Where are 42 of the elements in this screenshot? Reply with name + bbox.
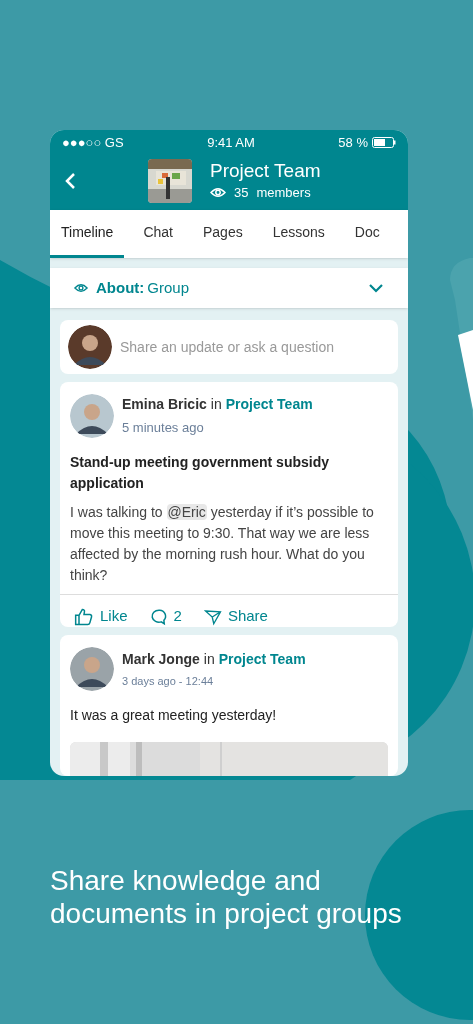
- members-label: members: [256, 183, 311, 202]
- comments-button[interactable]: 2: [149, 605, 182, 628]
- connector-text: in: [203, 649, 215, 669]
- comment-icon: [149, 607, 168, 626]
- post-time: 5 minutes ago: [122, 419, 205, 438]
- about-label: About:: [96, 277, 145, 298]
- caption-text: Share knowledge and documents in project groups: [50, 864, 403, 930]
- post-title: It was a great meeting yesterday!: [69, 706, 278, 726]
- avatar: [70, 647, 114, 692]
- eye-icon: [210, 187, 226, 198]
- group-link[interactable]: Project Team: [218, 648, 306, 670]
- avatar: [68, 325, 112, 370]
- composer-field[interactable]: Share an update or ask a question: [60, 320, 398, 375]
- post-time: 3 days ago - 12:44: [122, 673, 215, 689]
- clock-text: 9:41 AM: [207, 134, 255, 152]
- connector-text: in: [210, 395, 222, 415]
- share-button[interactable]: Share: [203, 605, 268, 628]
- back-icon: [64, 171, 76, 190]
- avatar: [70, 394, 114, 439]
- post-body: I was talking to @Eric yesterday if it’s possible to move this meeting to 9:30. That way we are less affected by the morning rush hour. What do you think?: [69, 503, 375, 586]
- about-value: Group: [147, 277, 189, 298]
- eye-icon: [74, 283, 88, 294]
- carrier-text: ●●●○○ GS: [62, 134, 124, 152]
- author-name[interactable]: Emina Bricic: [122, 394, 207, 416]
- author-name[interactable]: Mark Jonge: [122, 648, 200, 670]
- mention-link[interactable]: @Eric: [166, 504, 207, 521]
- composer-input[interactable]: Share an update or ask a question: [120, 336, 390, 358]
- group-link[interactable]: Project Team: [225, 394, 313, 416]
- tab[interactable]: Doc: [343, 210, 391, 259]
- battery-icon: [372, 137, 396, 149]
- tab[interactable]: Lessons: [261, 210, 336, 259]
- tab[interactable]: Timeline: [50, 210, 125, 259]
- tab[interactable]: Chat: [132, 210, 184, 259]
- post-title: Stand-up meeting government subsidy application: [69, 453, 331, 494]
- thumbs-up-icon: [74, 606, 94, 627]
- group-title: Project Team: [210, 158, 321, 183]
- members-count: 35: [234, 183, 249, 202]
- like-button[interactable]: Like: [74, 605, 128, 628]
- send-icon: [203, 607, 222, 626]
- battery-text: 58 %: [338, 134, 368, 152]
- about-dropdown[interactable]: About: Group: [50, 268, 408, 309]
- tab[interactable]: Pages: [191, 210, 254, 259]
